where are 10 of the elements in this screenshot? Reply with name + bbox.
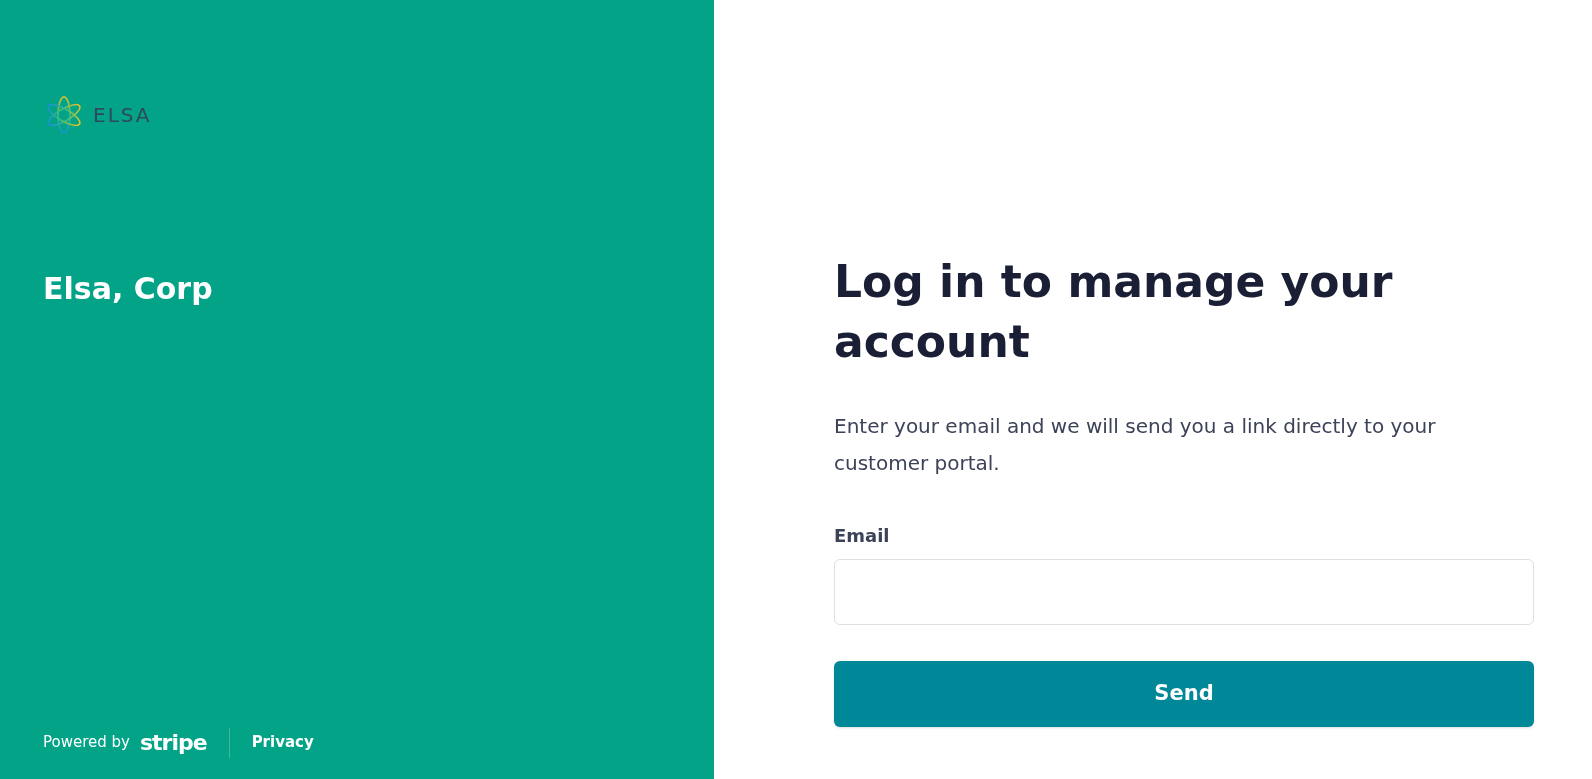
email-label: Email bbox=[834, 524, 891, 548]
logo-text: ELSA bbox=[93, 102, 152, 129]
login-description: Enter your email and we will send you a link directly to your customer portal. bbox=[834, 413, 1437, 477]
send-button[interactable]: Send bbox=[834, 661, 1534, 727]
email-input[interactable] bbox=[834, 559, 1534, 625]
privacy-link[interactable]: Privacy bbox=[251, 731, 314, 754]
powered-by-text: Powered by bbox=[43, 732, 130, 754]
stripe-logo-link[interactable]: stripe bbox=[139, 726, 207, 759]
company-name: Elsa, Corp bbox=[43, 270, 214, 308]
login-title: Log in to manage your account bbox=[834, 255, 1394, 369]
